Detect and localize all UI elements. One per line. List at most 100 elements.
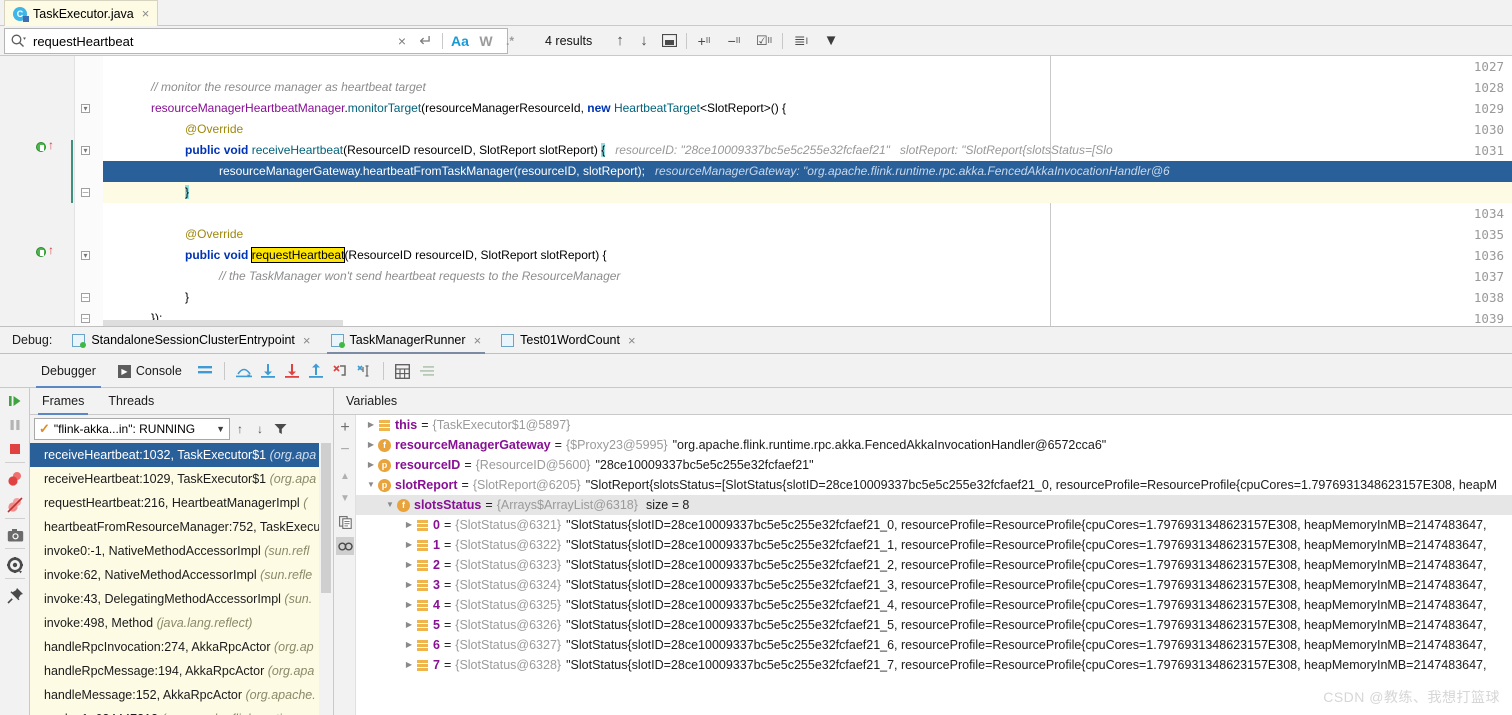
force-step-into-icon[interactable] — [280, 359, 304, 383]
frames-down-icon[interactable]: ↓ — [250, 418, 270, 440]
add-line-icon[interactable]: + II — [693, 28, 715, 54]
chevron-right-icon[interactable]: ▶ — [402, 575, 416, 595]
tab-frames[interactable]: Frames — [30, 388, 96, 415]
chevron-down-icon[interactable]: ▼ — [383, 495, 397, 515]
find-previous-icon[interactable]: ↑ — [610, 28, 630, 54]
frame-list-item[interactable]: handleRpcMessage:194, AkkaRpcActor (org.… — [30, 659, 319, 683]
frame-list-item[interactable]: apply:-1, 624447212 (org.apache.flink.ru… — [30, 707, 319, 715]
frame-list-item[interactable]: invoke0:-1, NativeMethodAccessorImpl (su… — [30, 539, 319, 563]
copy-icon[interactable] — [336, 513, 354, 531]
tab-threads[interactable]: Threads — [96, 388, 166, 415]
variable-row[interactable]: ▶ p resourceID = {ResourceID@5600} "28ce10009… — [356, 455, 1512, 475]
regex-icon[interactable]: .* — [500, 28, 520, 54]
chevron-right-icon[interactable]: ▶ — [364, 455, 378, 475]
scrollbar-thumb[interactable] — [321, 443, 331, 593]
frames-list[interactable]: receiveHeartbeat:1032, TaskExecutor$1 (o… — [30, 443, 319, 715]
variables-tree[interactable]: ▶ this = {TaskExecutor$1@5897} ▶ f resourceMan… — [356, 415, 1512, 715]
screenshot-icon[interactable] — [4, 524, 26, 546]
frame-list-item[interactable]: handleRpcInvocation:274, AkkaRpcActor (o… — [30, 635, 319, 659]
step-out-icon[interactable] — [304, 359, 328, 383]
chevron-down-icon[interactable]: ▼ — [364, 475, 378, 495]
select-all-occurrences-icon[interactable] — [658, 28, 680, 54]
step-into-icon[interactable] — [256, 359, 280, 383]
editor-tab-taskexecutor[interactable]: C TaskExecutor.java × — [4, 0, 159, 26]
check-line-icon[interactable]: ☑ II — [753, 28, 775, 54]
variable-row[interactable]: ▼ f slotsStatus = {Arrays$ArrayList@6318} siz… — [356, 495, 1512, 515]
frame-list-item[interactable]: handleMessage:152, AkkaRpcActor (org.apa… — [30, 683, 319, 707]
debug-session-tab-0[interactable]: StandaloneSessionClusterEntrypoint × — [62, 326, 320, 354]
find-next-icon[interactable]: ↓ — [634, 28, 654, 54]
chevron-right-icon[interactable]: ▶ — [402, 555, 416, 575]
run-to-cursor-icon[interactable] — [352, 359, 376, 383]
frame-list-item[interactable]: invoke:62, NativeMethodAccessorImpl (sun… — [30, 563, 319, 587]
debug-session-tab-2[interactable]: Test01WordCount × — [491, 326, 645, 354]
variable-row[interactable]: ▶ 5 = {SlotStatus@6326} "SlotStatus{slotID=2… — [356, 615, 1512, 635]
tab-console[interactable]: ▶ Console — [107, 354, 193, 388]
chevron-right-icon[interactable]: ▶ — [402, 595, 416, 615]
frame-list-item[interactable]: invoke:43, DelegatingMethodAccessorImpl … — [30, 587, 319, 611]
thread-dropdown[interactable]: ✓ "flink-akka...in": RUNNING ▼ — [34, 418, 230, 440]
resume-program-icon[interactable] — [4, 390, 26, 412]
step-over-icon[interactable] — [232, 359, 256, 383]
chevron-right-icon[interactable]: ▶ — [402, 635, 416, 655]
layout-settings-icon[interactable] — [193, 359, 217, 383]
frame-list-item[interactable]: receiveHeartbeat:1032, TaskExecutor$1 (o… — [30, 443, 319, 467]
debug-session-tab-1[interactable]: TaskManagerRunner × — [321, 326, 492, 354]
frame-list-item[interactable]: receiveHeartbeat:1029, TaskExecutor$1 (o… — [30, 467, 319, 491]
remove-watch-icon[interactable]: − — [336, 441, 354, 459]
chevron-right-icon[interactable]: ▶ — [402, 515, 416, 535]
code-editor[interactable]: 1027102810291030103110321033103410351036… — [0, 56, 1512, 326]
stop-icon[interactable] — [4, 438, 26, 460]
add-watch-icon[interactable]: + — [336, 419, 354, 437]
chevron-down-icon[interactable]: ▼ — [216, 424, 225, 434]
drop-frame-icon[interactable] — [328, 359, 352, 383]
fold-marker-1031[interactable]: ▾ — [81, 146, 90, 155]
fold-marker-1033[interactable]: ─ — [81, 188, 90, 197]
variable-row[interactable]: ▶ 2 = {SlotStatus@6323} "SlotStatus{slotID=2… — [356, 555, 1512, 575]
evaluate-expression-icon[interactable] — [391, 359, 415, 383]
chevron-right-icon[interactable]: ▶ — [402, 655, 416, 675]
settings-icon[interactable] — [4, 554, 26, 576]
fold-marker-1039[interactable]: ─ — [81, 314, 90, 323]
variable-row[interactable]: ▶ 4 = {SlotStatus@6325} "SlotStatus{slotID=2… — [356, 595, 1512, 615]
code-lines[interactable]: // monitor the resource manager as heart… — [103, 56, 1512, 326]
inline-watches-icon[interactable] — [336, 537, 354, 555]
frame-list-item[interactable]: heartbeatFromResourceManager:752, TaskEx… — [30, 515, 319, 539]
close-icon[interactable]: × — [474, 333, 482, 348]
view-breakpoints-icon[interactable] — [4, 468, 26, 490]
editor-gutter[interactable] — [0, 56, 75, 326]
variable-row[interactable]: ▼ p slotReport = {SlotReport@6205} "SlotRepor… — [356, 475, 1512, 495]
tab-debugger[interactable]: Debugger — [30, 354, 107, 388]
move-down-icon[interactable]: ▼ — [336, 489, 354, 507]
variable-row[interactable]: ▶ 0 = {SlotStatus@6321} "SlotStatus{slotID=2… — [356, 515, 1512, 535]
chevron-right-icon[interactable]: ▶ — [402, 535, 416, 555]
close-icon[interactable]: × — [303, 333, 311, 348]
newline-search-icon[interactable]: ↵ — [416, 28, 436, 54]
variable-row[interactable]: ▶ 1 = {SlotStatus@6322} "SlotStatus{slotID=2… — [356, 535, 1512, 555]
pin-tab-icon[interactable] — [4, 584, 26, 606]
chevron-right-icon[interactable]: ▶ — [402, 615, 416, 635]
frame-list-item[interactable]: invoke:498, Method (java.lang.reflect) — [30, 611, 319, 635]
match-case-icon[interactable]: Aa — [450, 28, 470, 54]
fold-marker-1036[interactable]: ▾ — [81, 251, 90, 260]
close-icon[interactable]: × — [628, 333, 636, 348]
frames-scrollbar[interactable] — [319, 443, 333, 715]
wrap-lines-icon[interactable]: ≣ I — [790, 28, 812, 54]
frames-up-icon[interactable]: ↑ — [230, 418, 250, 440]
frames-filter-icon[interactable] — [270, 418, 290, 440]
fold-marker-1038[interactable]: ─ — [81, 293, 90, 302]
fold-marker-1029[interactable]: ▾ — [81, 104, 90, 113]
move-up-icon[interactable]: ▲ — [336, 467, 354, 485]
tab-variables[interactable]: Variables — [334, 388, 409, 415]
variable-row[interactable]: ▶ this = {TaskExecutor$1@5897} — [356, 415, 1512, 435]
variable-row[interactable]: ▶ 6 = {SlotStatus@6327} "SlotStatus{slotID=2… — [356, 635, 1512, 655]
variable-row[interactable]: ▶ 7 = {SlotStatus@6328} "SlotStatus{slotID=2… — [356, 655, 1512, 675]
whole-words-icon[interactable]: W — [476, 28, 496, 54]
filter-icon[interactable]: ▼ — [820, 28, 842, 54]
variable-row[interactable]: ▶ f resourceManagerGateway = {$Proxy23@5995}… — [356, 435, 1512, 455]
breakpoint-line-1036[interactable] — [36, 247, 46, 257]
close-icon[interactable]: × — [142, 6, 150, 21]
frame-list-item[interactable]: requestHeartbeat:216, HeartbeatManagerIm… — [30, 491, 319, 515]
chevron-right-icon[interactable]: ▶ — [364, 435, 378, 455]
mute-breakpoints-icon[interactable] — [4, 494, 26, 516]
